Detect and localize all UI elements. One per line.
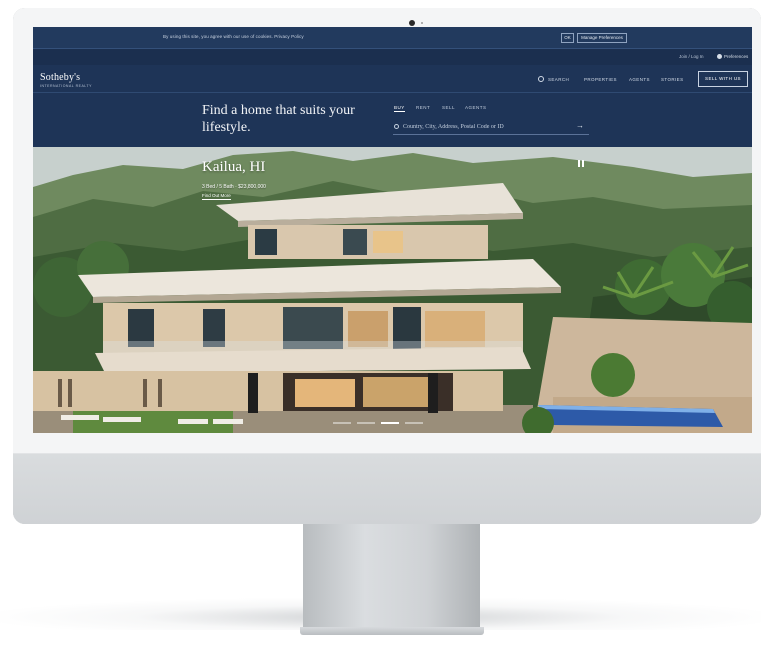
house-illustration (33, 147, 752, 433)
join-login-link[interactable]: Join / Log In (679, 54, 704, 59)
sell-with-us-button[interactable]: SELL WITH US (698, 71, 748, 87)
location-search-input[interactable] (403, 122, 603, 132)
utility-bar: Join / Log In Preferences (33, 49, 752, 65)
search-hero: Find a home that suits your lifestyle. B… (33, 93, 752, 147)
search-tab-sell[interactable]: SELL (442, 105, 455, 110)
monitor-stand (303, 524, 480, 630)
search-icon[interactable] (538, 76, 544, 82)
pause-icon[interactable] (578, 160, 584, 167)
monitor-chin (13, 454, 761, 524)
monitor-stand-foot (300, 627, 484, 635)
search-field-icon (394, 124, 399, 129)
camera-icon (409, 20, 415, 26)
arrow-right-icon[interactable]: → (576, 121, 584, 130)
website-screen: By using this site, you agree with our u… (33, 27, 752, 433)
listing-details: 3 Bed / 5 Bath · $23,800,000 (202, 184, 266, 190)
nav-properties[interactable]: PROPERTIES (584, 77, 617, 82)
hero-listing-photo[interactable]: Kailua, HI 3 Bed / 5 Bath · $23,800,000 … (33, 147, 752, 433)
find-out-more-link[interactable]: Find Out More (202, 193, 231, 200)
manage-preferences-button[interactable]: Manage Preferences (577, 33, 627, 43)
cookie-banner: By using this site, you agree with our u… (33, 27, 752, 49)
search-tab-agents[interactable]: AGENTS (465, 105, 487, 110)
preferences-link[interactable]: Preferences (724, 54, 748, 59)
nav-stories[interactable]: STORIES (661, 77, 683, 82)
search-tab-rent[interactable]: RENT (416, 105, 430, 110)
cookie-ok-button[interactable]: OK (561, 33, 574, 43)
carousel-dot[interactable] (405, 422, 423, 424)
listing-city: Kailua, HI (202, 159, 266, 175)
search-tab-buy[interactable]: BUY (394, 105, 405, 112)
carousel-dot-active[interactable] (381, 422, 399, 424)
search-underline (393, 134, 589, 135)
main-navigation: Sotheby's INTERNATIONAL REALTY SEARCH PR… (33, 65, 752, 93)
preferences-icon[interactable] (717, 54, 722, 59)
brand-logo-subtitle: INTERNATIONAL REALTY (40, 84, 92, 88)
carousel-dot[interactable] (357, 422, 375, 424)
hero-headline: Find a home that suits your lifestyle. (202, 103, 355, 135)
camera-indicator (421, 22, 423, 24)
brand-logo[interactable]: Sotheby's (40, 72, 80, 83)
nav-agents[interactable]: AGENTS (629, 77, 650, 82)
carousel-indicator (333, 422, 453, 424)
cookie-text: By using this site, you agree with our u… (163, 34, 304, 39)
carousel-dot[interactable] (333, 422, 351, 424)
nav-search[interactable]: SEARCH (548, 77, 569, 82)
